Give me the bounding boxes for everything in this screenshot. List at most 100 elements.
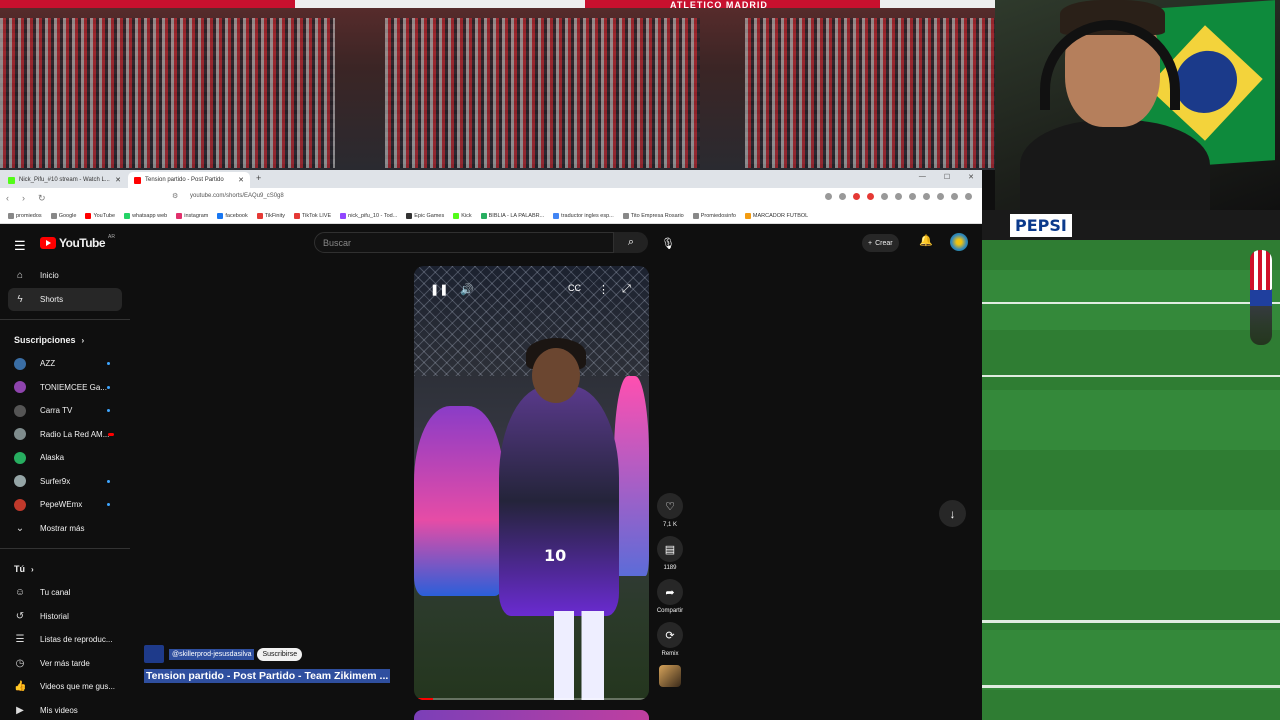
install-icon[interactable] — [839, 193, 846, 200]
search-input[interactable]: Buscar — [314, 232, 614, 253]
bookmark-item[interactable]: BIBLIA - LA PALABR... — [480, 212, 544, 219]
extension-icon[interactable] — [909, 193, 916, 200]
bookmark-item[interactable]: facebook — [217, 212, 248, 219]
comment-icon[interactable]: ▤ — [657, 536, 683, 562]
maximize-icon[interactable]: ☐ — [944, 173, 950, 181]
close-window-icon[interactable]: ✕ — [968, 173, 974, 181]
bookmark-item[interactable]: promiedos — [8, 212, 42, 219]
notifications-bell-icon[interactable]: 🔔 — [919, 234, 933, 247]
bookmark-item[interactable]: Tito Empresa Rosario — [622, 212, 684, 219]
create-button[interactable]: + Crear — [862, 234, 899, 252]
sidebar-item-history[interactable]: ↺ Historial — [0, 605, 130, 629]
subscription-item[interactable]: TONIEMCEE Ga... — [0, 376, 130, 400]
shorts-video-player[interactable]: 10 ❚❚ 🔊 CC ⋮ ⤢ — [414, 266, 649, 700]
youtube-logo[interactable]: YouTube AR — [40, 234, 115, 250]
subscription-item[interactable]: Radio La Red AM... — [0, 423, 130, 447]
bookmark-item[interactable]: MARCADOR FUTBOL — [744, 212, 808, 219]
next-short-button[interactable]: ↓ — [939, 500, 966, 527]
heart-icon[interactable]: ♡ — [657, 493, 683, 519]
sidebar-item-playlists[interactable]: ☰ Listas de reproduc... — [0, 628, 130, 652]
crowd-right — [745, 18, 995, 168]
account-avatar[interactable] — [950, 233, 968, 251]
channel-avatar — [14, 498, 26, 511]
url-field[interactable]: youtube.com/shorts/EAQu9_cS0g8 — [190, 193, 284, 199]
channel-avatar[interactable] — [144, 645, 164, 663]
bookmark-item[interactable]: instagram — [176, 212, 208, 219]
next-short-preview[interactable] — [414, 710, 649, 720]
you-heading[interactable]: Tú › — [0, 557, 130, 581]
bookmark-item[interactable]: YouTube — [85, 212, 115, 219]
field-line — [982, 375, 1280, 377]
pause-icon[interactable]: ❚❚ — [430, 283, 448, 296]
arrow-down-icon: ↓ — [949, 506, 956, 521]
zoom-icon[interactable] — [825, 193, 832, 200]
site-info-icon[interactable]: ⚙ — [172, 192, 178, 200]
menu-icon[interactable] — [965, 193, 972, 200]
captions-icon[interactable]: CC — [568, 283, 581, 293]
like-action[interactable]: ♡ 7,1 K — [656, 493, 684, 530]
volume-icon[interactable]: 🔊 — [460, 283, 474, 296]
live-indicator-icon — [108, 432, 114, 436]
youtube-page: ☰ YouTube AR Buscar ⌕ 🎙 + Crear 🔔 ⌂ Inic… — [0, 224, 982, 720]
video-progress-bar[interactable] — [414, 698, 649, 700]
show-more-button[interactable]: ⌄ Mostrar más — [0, 517, 130, 541]
extension-icon[interactable] — [881, 193, 888, 200]
subscription-item[interactable]: Surfer9x — [0, 470, 130, 494]
bookmark-item[interactable]: Google — [50, 212, 76, 219]
remix-icon[interactable]: ⟳ — [657, 622, 683, 648]
forward-icon[interactable]: › — [22, 193, 32, 203]
chevron-right-icon: › — [81, 335, 85, 345]
new-tab-button[interactable]: + — [256, 173, 261, 183]
voice-search-button[interactable]: 🎙 — [658, 233, 678, 253]
extension-icon[interactable] — [923, 193, 930, 200]
close-icon[interactable]: ✕ — [238, 176, 244, 184]
sidebar-item-home[interactable]: ⌂ Inicio — [0, 264, 130, 288]
hamburger-menu-icon[interactable]: ☰ — [14, 238, 26, 254]
sidebar-item-shorts[interactable]: ϟ Shorts — [8, 287, 122, 311]
tab-shorts[interactable]: Tension partido - Post Partido ✕ — [128, 172, 250, 188]
back-icon[interactable]: ‹ — [6, 193, 16, 203]
subscription-item[interactable]: PepeWEmx — [0, 493, 130, 517]
subscription-item[interactable]: Carra TV — [0, 399, 130, 423]
profile-icon[interactable] — [951, 193, 958, 200]
comment-action[interactable]: ▤ 1189 — [656, 536, 684, 573]
sidebar-item-liked-videos[interactable]: 👍 Videos que me gus... — [0, 675, 130, 699]
bookmark-item[interactable]: traductor ingles esp... — [553, 212, 614, 219]
share-action[interactable]: ➦ Compartir — [656, 579, 684, 616]
bookmark-item[interactable]: Epic Games — [406, 212, 444, 219]
remix-action[interactable]: ⟳ Remix — [656, 622, 684, 659]
fullscreen-icon[interactable]: ⤢ — [622, 283, 631, 296]
reload-icon[interactable]: ↻ — [38, 193, 48, 204]
sound-thumbnail[interactable] — [656, 665, 684, 687]
extension-icon[interactable] — [895, 193, 902, 200]
bookmark-item[interactable]: TikTok LIVE — [294, 212, 331, 219]
sidebar-item-my-videos[interactable]: ▶ Mis videos — [0, 699, 130, 720]
subscribe-button[interactable]: Suscribirse — [257, 647, 303, 661]
short-title[interactable]: Tension partido - Post Partido - Team Zi… — [144, 669, 391, 683]
bookmark-star-icon[interactable] — [937, 193, 944, 200]
extensions-toolbar — [825, 193, 972, 200]
sidebar-item-watch-later[interactable]: ◷ Ver más tarde — [0, 652, 130, 676]
streamer — [1020, 0, 1210, 210]
extension-icon[interactable] — [867, 193, 874, 200]
sidebar-item-your-channel[interactable]: ☺ Tu canal — [0, 581, 130, 605]
share-icon[interactable]: ➦ — [657, 579, 683, 605]
playlists-icon: ☰ — [15, 634, 25, 646]
tab-stream[interactable]: Nick_Pifu_#10 stream - Watch L... ✕ — [2, 172, 127, 188]
subscription-item[interactable]: Alaska — [0, 446, 130, 470]
bookmark-item[interactable]: TikFinity — [256, 212, 285, 219]
search-button[interactable]: ⌕ — [614, 232, 648, 253]
subscriptions-heading[interactable]: Suscripciones › — [0, 328, 130, 352]
more-options-icon[interactable]: ⋮ — [598, 283, 609, 296]
channel-name[interactable]: @skillerprod-jesusdasilva — [169, 648, 255, 660]
audio-thumbnail[interactable] — [659, 665, 681, 687]
close-icon[interactable]: ✕ — [115, 176, 121, 184]
extension-icon[interactable] — [853, 193, 860, 200]
bookmark-item[interactable]: Promiedosinfo — [692, 212, 736, 219]
subscription-item[interactable]: AZZ — [0, 352, 130, 376]
bookmark-item[interactable]: nick_pifu_10 - Tod... — [340, 212, 397, 219]
bookmark-item[interactable]: Kick — [453, 212, 472, 219]
bookmark-item[interactable]: whatsapp web — [124, 212, 167, 219]
chevron-down-icon: ⌄ — [15, 522, 25, 534]
minimize-icon[interactable]: — — [919, 173, 926, 181]
